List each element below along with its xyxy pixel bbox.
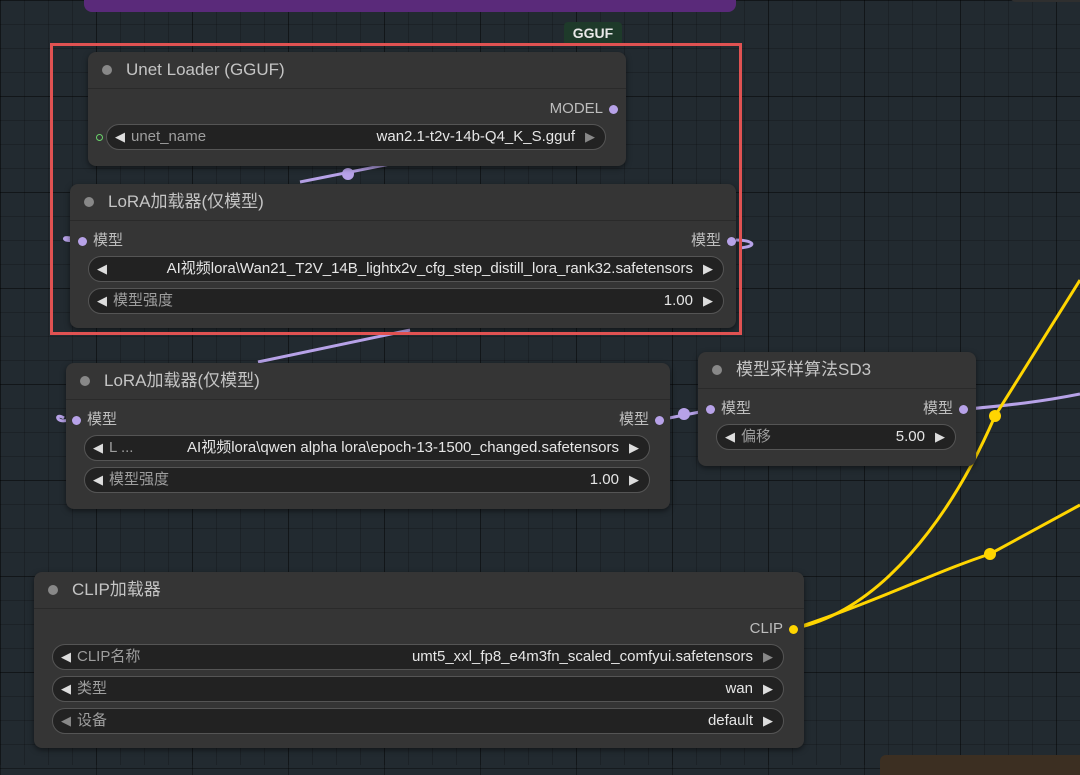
clip-device-combo[interactable]: ◀ 设备 default ▶: [52, 708, 784, 734]
arrow-left-icon[interactable]: ◀: [97, 289, 107, 313]
slot-dot-icon[interactable]: [959, 404, 968, 414]
link-midpoint: [678, 408, 690, 420]
lora-loader-node-1[interactable]: LoRA加载器(仅模型) 模型 模型 ◀ AI视频lora\Wan21_T2V_…: [70, 184, 736, 328]
widget-value: AI视频lora\Wan21_T2V_14B_lightx2v_cfg_step…: [166, 260, 693, 277]
slot-dot-icon[interactable]: [78, 236, 87, 246]
arrow-left-icon[interactable]: ◀: [725, 425, 735, 449]
lora-name-combo[interactable]: ◀ L ... AI视频lora\qwen alpha lora\epoch-1…: [84, 435, 650, 461]
model-strength-number[interactable]: ◀ 模型强度 1.00 ▶: [84, 467, 650, 493]
slot-label: CLIP: [749, 620, 783, 637]
clip-type-combo[interactable]: ◀ 类型 wan ▶: [52, 676, 784, 702]
node-title: CLIP加载器: [72, 580, 161, 599]
slot-dot-icon[interactable]: [789, 624, 798, 634]
arrow-right-icon[interactable]: ▶: [703, 289, 713, 313]
arrow-right-icon[interactable]: ▶: [629, 436, 639, 460]
link-lora1-to-lora2: [257, 328, 411, 364]
arrow-left-icon[interactable]: ◀: [61, 645, 71, 669]
widget-label: CLIP名称: [77, 648, 141, 665]
node-title-bar[interactable]: LoRA加载器(仅模型): [66, 363, 670, 400]
slot-dot-icon[interactable]: [655, 415, 664, 425]
slot-label: MODEL: [549, 100, 603, 117]
slot-label: 模型: [721, 400, 752, 417]
input-slot-model[interactable]: 模型: [78, 232, 123, 250]
input-slot-model[interactable]: 模型: [72, 411, 117, 429]
node-title: LoRA加载器(仅模型): [108, 192, 264, 211]
arrow-left-icon[interactable]: ◀: [115, 125, 125, 149]
model-strength-number[interactable]: ◀ 模型强度 1.00 ▶: [88, 288, 724, 314]
node-title-bar[interactable]: 模型采样算法SD3: [698, 352, 976, 389]
widget-label: 模型强度: [109, 471, 170, 488]
circle-dot-icon[interactable]: [102, 65, 112, 75]
widget-value: 1.00: [663, 292, 693, 309]
link-midpoint: [342, 168, 354, 180]
slot-label: 模型: [93, 232, 124, 249]
slot-label: 模型: [618, 411, 649, 428]
widget-label: L ...: [109, 439, 134, 456]
slot-label: 模型: [87, 411, 118, 428]
unet-loader-node[interactable]: Unet Loader (GGUF) MODEL ◀ unet_name wan…: [88, 52, 626, 166]
circle-dot-icon[interactable]: [84, 197, 94, 207]
output-slot-model[interactable]: MODEL: [550, 100, 618, 118]
link-sd3-out: [967, 392, 1080, 411]
input-slot-model[interactable]: 模型: [706, 400, 751, 418]
link-lora1-out: [735, 238, 754, 250]
link-midpoint: [989, 410, 1001, 422]
slot-dot-icon[interactable]: [727, 236, 736, 246]
circle-dot-icon[interactable]: [712, 365, 722, 375]
output-slot-model[interactable]: 模型: [691, 232, 736, 250]
node-title: Unet Loader (GGUF): [126, 60, 285, 79]
node-title-bar[interactable]: Unet Loader (GGUF): [88, 52, 626, 89]
widget-value: wan2.1-t2v-14b-Q4_K_S.gguf: [376, 128, 575, 145]
arrow-right-icon[interactable]: ▶: [585, 125, 595, 149]
arrow-right-icon[interactable]: ▶: [763, 677, 773, 701]
widget-label: unet_name: [131, 128, 207, 145]
node-title: 模型采样算法SD3: [736, 360, 872, 379]
arrow-right-icon[interactable]: ▶: [629, 468, 639, 492]
link-midpoint: [984, 548, 996, 560]
widget-value: AI视频lora\qwen alpha lora\epoch-13-1500_c…: [187, 439, 619, 456]
node-title: LoRA加载器(仅模型): [104, 371, 260, 390]
widget-label: 类型: [77, 680, 108, 697]
circle-dot-icon[interactable]: [80, 376, 90, 386]
gguf-badge: GGUF: [564, 22, 622, 44]
slot-dot-icon[interactable]: [72, 415, 81, 425]
node-title-bar[interactable]: LoRA加载器(仅模型): [70, 184, 736, 221]
widget-label: 设备: [77, 712, 108, 729]
arrow-left-icon[interactable]: ◀: [93, 436, 103, 460]
arrow-right-icon[interactable]: ▶: [763, 709, 773, 733]
link-clip-2: [795, 503, 1080, 630]
clip-name-combo[interactable]: ◀ CLIP名称 umt5_xxl_fp8_e4m3fn_scaled_comf…: [52, 644, 784, 670]
model-sampling-sd3-node[interactable]: 模型采样算法SD3 模型 模型 ◀ 偏移 5.00 ▶: [698, 352, 976, 466]
arrow-left-icon[interactable]: ◀: [97, 257, 107, 281]
widget-value: wan: [725, 680, 753, 697]
circle-dot-icon[interactable]: [48, 585, 58, 595]
slot-dot-icon[interactable]: [706, 404, 715, 414]
widget-value: 5.00: [895, 428, 925, 445]
widget-input-dot-icon[interactable]: [96, 134, 103, 141]
widget-label: 模型强度: [113, 292, 174, 309]
shift-number[interactable]: ◀ 偏移 5.00 ▶: [716, 424, 956, 450]
arrow-right-icon[interactable]: ▶: [763, 645, 773, 669]
arrow-right-icon[interactable]: ▶: [935, 425, 945, 449]
arrow-left-icon[interactable]: ◀: [61, 677, 71, 701]
unet-name-combo[interactable]: ◀ unet_name wan2.1-t2v-14b-Q4_K_S.gguf ▶: [106, 124, 606, 150]
slot-label: 模型: [922, 400, 953, 417]
arrow-left-icon[interactable]: ◀: [61, 709, 71, 733]
clip-loader-node[interactable]: CLIP加载器 CLIP ◀ CLIP名称 umt5_xxl_fp8_e4m3f…: [34, 572, 804, 748]
lora-name-combo[interactable]: ◀ AI视频lora\Wan21_T2V_14B_lightx2v_cfg_st…: [88, 256, 724, 282]
output-slot-model[interactable]: 模型: [923, 400, 968, 418]
output-slot-clip[interactable]: CLIP: [750, 620, 798, 638]
arrow-left-icon[interactable]: ◀: [93, 468, 103, 492]
arrow-right-icon[interactable]: ▶: [703, 257, 713, 281]
widget-value: umt5_xxl_fp8_e4m3fn_scaled_comfyui.safet…: [411, 648, 753, 665]
widget-value: default: [707, 712, 753, 729]
widget-label: 偏移: [741, 428, 772, 445]
node-title-bar[interactable]: CLIP加载器: [34, 572, 804, 609]
widget-value: 1.00: [589, 471, 619, 488]
output-slot-model[interactable]: 模型: [619, 411, 664, 429]
slot-label: 模型: [690, 232, 721, 249]
slot-dot-icon[interactable]: [609, 104, 618, 114]
lora-loader-node-2[interactable]: LoRA加载器(仅模型) 模型 模型 ◀ L ... AI视频lora\qwen…: [66, 363, 670, 509]
